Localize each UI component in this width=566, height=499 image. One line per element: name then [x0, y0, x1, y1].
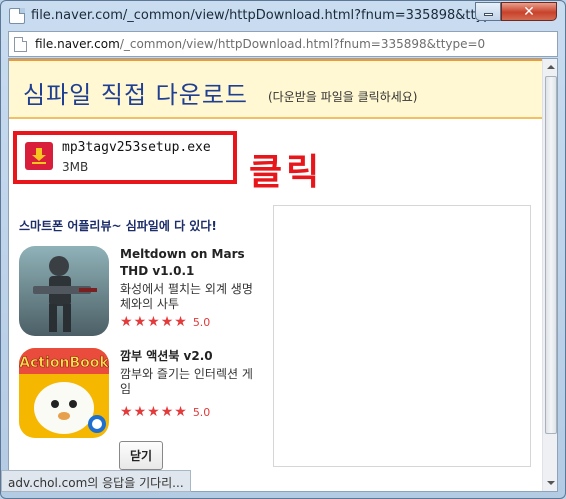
page-header: 심파일 직접 다운로드 (다운받을 파일을 클릭하세요): [9, 59, 542, 119]
window-title: file.naver.com/_common/view/httpDownload…: [31, 8, 545, 23]
star-icon: ★: [147, 314, 160, 330]
click-annotation: 클릭: [249, 152, 324, 193]
star-icon: ★: [174, 314, 187, 330]
app-card[interactable]: ActionBook 깜부 액션북 v2.0 깜부와 즐기는 인터렉션 게임 ★…: [19, 348, 269, 438]
rating-value: 5.0: [192, 405, 211, 419]
file-size: 3MB: [62, 160, 89, 174]
ad-frame: [273, 205, 531, 467]
minimize-button[interactable]: [475, 2, 501, 21]
star-icon: ★: [133, 314, 147, 330]
close-button[interactable]: 닫기: [119, 441, 163, 470]
arrow-down-icon: [547, 481, 555, 485]
star-icon: ★: [133, 404, 147, 420]
page-title: 심파일 직접 다운로드: [23, 81, 248, 109]
review-heading: 스마트폰 어플리뷰~ 심파일에 다 있다!: [19, 219, 217, 233]
star-icon: ★: [120, 314, 133, 330]
svg-text:ActionBook: ActionBook: [19, 355, 109, 371]
close-icon: ✕: [523, 3, 535, 20]
minimize-icon: [483, 13, 493, 16]
download-icon: [25, 142, 53, 170]
status-bar: adv.chol.com의 응답을 기다리...: [1, 470, 191, 492]
star-icon: ★: [160, 404, 174, 420]
scroll-up-button[interactable]: [543, 59, 557, 75]
scroll-down-button[interactable]: [543, 475, 557, 491]
page-subtitle: (다운받을 파일을 클릭하세요): [268, 90, 418, 104]
close-window-button[interactable]: ✕: [501, 2, 557, 21]
star-icon: ★: [120, 404, 133, 420]
app-thumbnail-meltdown[interactable]: [19, 246, 109, 336]
file-name[interactable]: mp3tagv253setup.exe: [62, 140, 211, 155]
url-path: /_common/view/httpDownload.html?fnum=335…: [119, 37, 486, 51]
document-icon: [14, 37, 27, 52]
url-text: file.naver.com/_common/view/httpDownload…: [35, 37, 485, 51]
app-description: 화성에서 펼치는 외계 생명체와의 사투: [120, 282, 253, 311]
app-rating: ★ ★ ★ ★ ★ 5.0: [120, 405, 210, 419]
title-bar[interactable]: file.naver.com/_common/view/httpDownload…: [1, 1, 565, 31]
browser-popup-window: file.naver.com/_common/view/httpDownload…: [0, 0, 566, 499]
url-domain: file.naver.com: [35, 37, 120, 51]
download-file-link[interactable]: mp3tagv253setup.exe 3MB: [13, 131, 237, 184]
arrow-up-icon: [547, 65, 555, 69]
page-content: 심파일 직접 다운로드 (다운받을 파일을 클릭하세요) mp3tagv253s…: [8, 58, 558, 492]
app-thumbnail-actionbook[interactable]: ActionBook: [19, 348, 109, 438]
vertical-scrollbar[interactable]: [542, 59, 557, 491]
star-icon: ★: [147, 404, 160, 420]
scrollbar-thumb[interactable]: [545, 76, 557, 434]
app-rating: ★ ★ ★ ★ ★ 5.0: [120, 315, 210, 329]
app-name[interactable]: Meltdown on Mars THD v1.0.1: [120, 246, 260, 280]
app-description: 깜부와 즐기는 인터렉션 게임: [120, 367, 253, 396]
page-icon: [9, 8, 25, 24]
star-icon: ★: [174, 404, 187, 420]
address-bar[interactable]: file.naver.com/_common/view/httpDownload…: [8, 31, 558, 57]
rating-value: 5.0: [192, 315, 211, 329]
star-icon: ★: [160, 314, 174, 330]
app-name[interactable]: 깜부 액션북 v2.0: [120, 348, 260, 365]
app-card[interactable]: Meltdown on Mars THD v1.0.1 화성에서 펼치는 외계 …: [19, 246, 269, 346]
